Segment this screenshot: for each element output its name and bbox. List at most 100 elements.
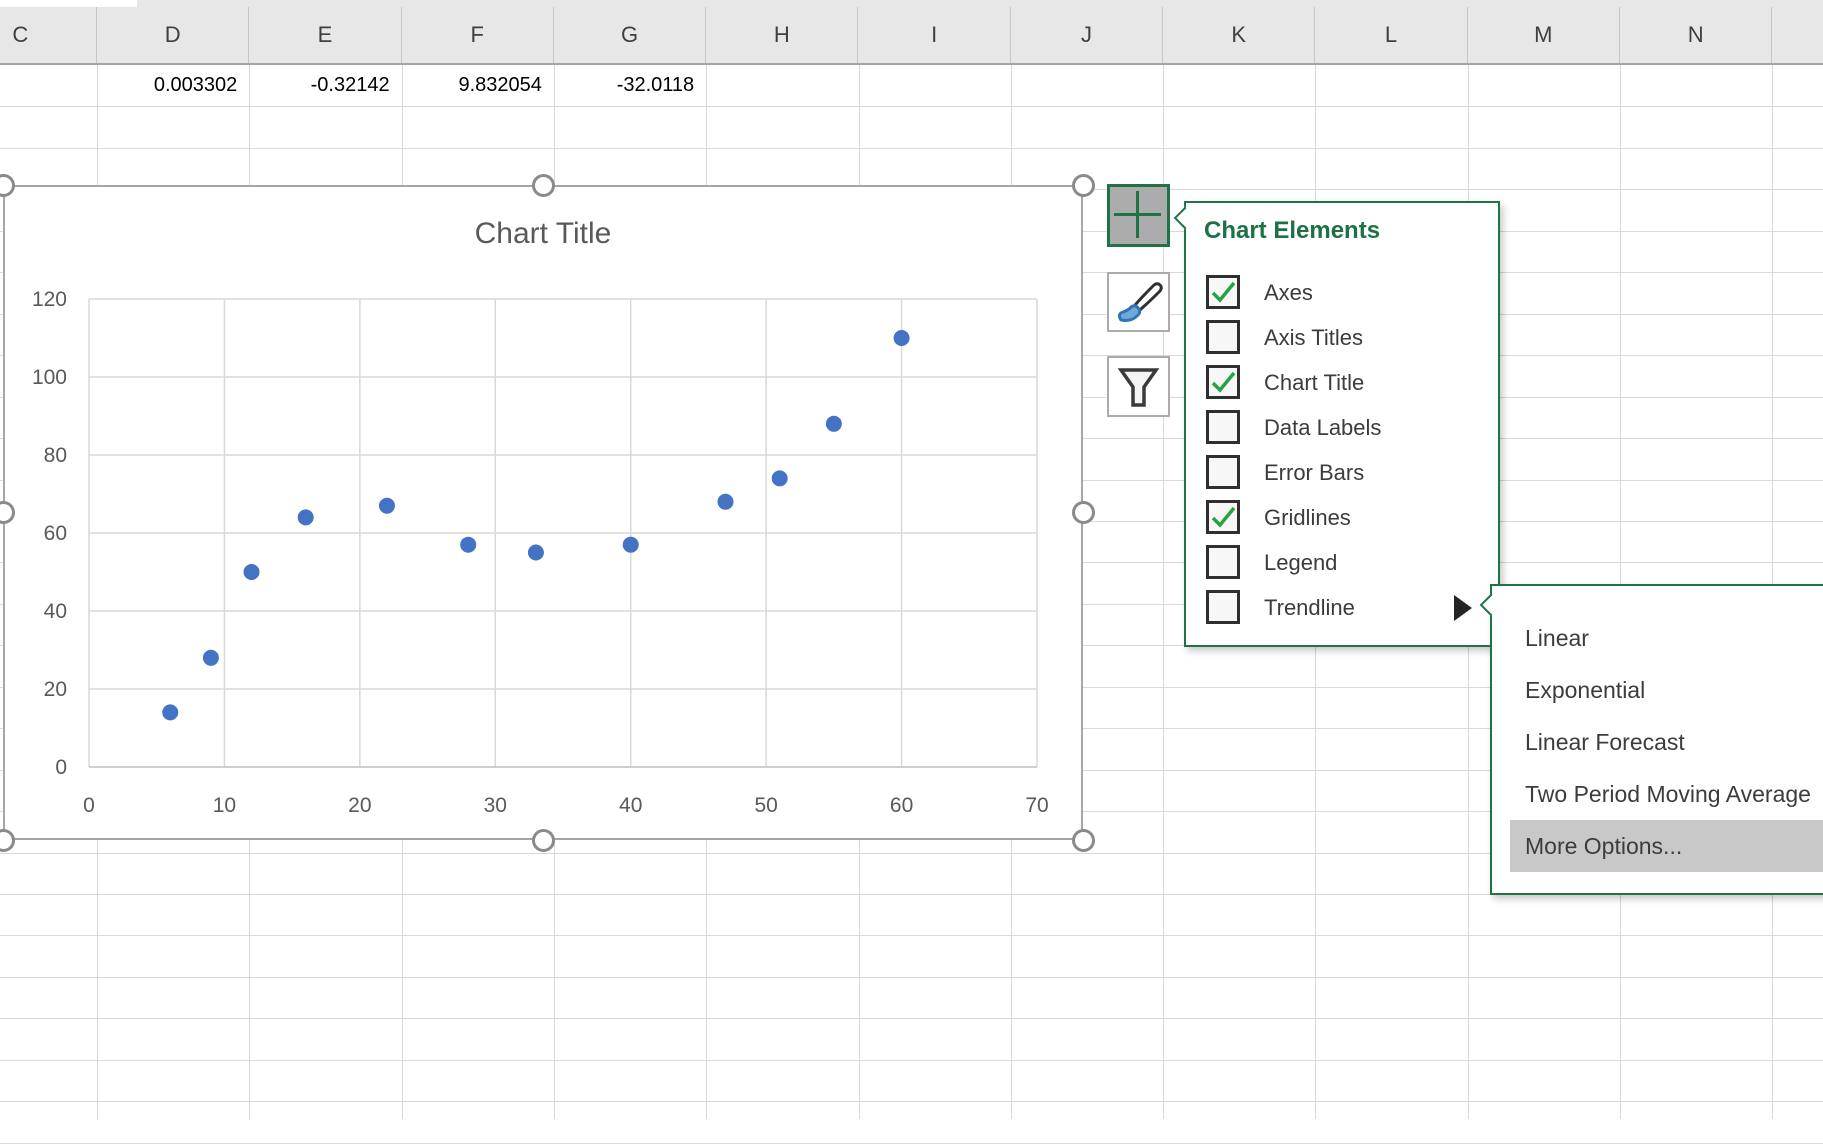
grid-row-line bbox=[0, 935, 1823, 936]
data-point[interactable] bbox=[772, 470, 788, 486]
chart-element-label: Legend bbox=[1264, 540, 1337, 585]
chart-element-label: Gridlines bbox=[1264, 495, 1351, 540]
cell-F1[interactable]: 9.832054 bbox=[407, 65, 542, 106]
checkbox-unchecked[interactable] bbox=[1206, 545, 1240, 579]
check-icon bbox=[1209, 503, 1237, 531]
column-header-C[interactable]: C bbox=[0, 7, 97, 63]
chart-filters-button[interactable] bbox=[1107, 356, 1170, 417]
data-point[interactable] bbox=[623, 537, 639, 553]
checkbox-unchecked[interactable] bbox=[1206, 590, 1240, 624]
column-header-F[interactable]: F bbox=[402, 7, 554, 63]
trendline-option-more-options[interactable]: More Options... bbox=[1510, 820, 1823, 872]
data-point[interactable] bbox=[203, 650, 219, 666]
chart-element-item-data-labels[interactable]: Data Labels bbox=[1186, 405, 1498, 450]
top-strip bbox=[0, 0, 1823, 7]
column-header-G[interactable]: G bbox=[554, 7, 706, 63]
chart-element-label: Axis Titles bbox=[1264, 315, 1363, 360]
svg-text:100: 100 bbox=[32, 366, 67, 389]
chart-element-label: Error Bars bbox=[1264, 450, 1364, 495]
column-header-L[interactable]: L bbox=[1315, 7, 1467, 63]
checkbox-checked[interactable] bbox=[1206, 365, 1240, 399]
column-header-partial[interactable] bbox=[1772, 7, 1823, 63]
column-header-M[interactable]: M bbox=[1468, 7, 1620, 63]
grid-row-line bbox=[0, 1018, 1823, 1019]
chart-element-item-axes[interactable]: Axes bbox=[1186, 270, 1498, 315]
trendline-submenu: LinearExponentialLinear ForecastTwo Peri… bbox=[1490, 584, 1823, 895]
svg-text:60: 60 bbox=[44, 522, 67, 545]
checkbox-unchecked[interactable] bbox=[1206, 410, 1240, 444]
check-icon bbox=[1209, 368, 1237, 396]
svg-text:60: 60 bbox=[890, 794, 913, 817]
svg-text:20: 20 bbox=[348, 794, 371, 817]
check-icon bbox=[1209, 278, 1237, 306]
grid-row-line bbox=[0, 148, 1823, 149]
chart-element-label: Trendline bbox=[1264, 585, 1355, 630]
column-header-J[interactable]: J bbox=[1011, 7, 1163, 63]
data-point[interactable] bbox=[162, 704, 178, 720]
chart-element-item-error-bars[interactable]: Error Bars bbox=[1186, 450, 1498, 495]
chart-element-label: Chart Title bbox=[1264, 360, 1364, 405]
chart-element-label: Data Labels bbox=[1264, 405, 1381, 450]
column-header-K[interactable]: K bbox=[1163, 7, 1315, 63]
checkbox-unchecked[interactable] bbox=[1206, 320, 1240, 354]
chart-element-item-chart-title[interactable]: Chart Title bbox=[1186, 360, 1498, 405]
column-header-I[interactable]: I bbox=[859, 7, 1011, 63]
column-header-H[interactable]: H bbox=[706, 7, 858, 63]
data-point[interactable] bbox=[826, 416, 842, 432]
column-header-N[interactable]: N bbox=[1620, 7, 1772, 63]
resize-handle[interactable] bbox=[1072, 829, 1095, 852]
checkbox-checked[interactable] bbox=[1206, 500, 1240, 534]
trendline-option-exponential[interactable]: Exponential bbox=[1492, 664, 1823, 716]
chart[interactable]: Chart Title 0204060801001200102030405060… bbox=[3, 185, 1083, 840]
trendline-option-linear-forecast[interactable]: Linear Forecast bbox=[1492, 716, 1823, 768]
resize-handle[interactable] bbox=[532, 829, 555, 852]
column-header-D[interactable]: D bbox=[97, 7, 249, 63]
submenu-arrow-icon[interactable] bbox=[1454, 595, 1472, 621]
data-point[interactable] bbox=[718, 494, 734, 510]
grid-row-line bbox=[0, 977, 1823, 978]
paintbrush-icon bbox=[1109, 274, 1168, 330]
column-header-E[interactable]: E bbox=[249, 7, 401, 63]
scatter-plot: 020406080100120010203040506070 bbox=[5, 187, 1081, 838]
svg-text:30: 30 bbox=[484, 794, 507, 817]
data-point[interactable] bbox=[528, 545, 544, 561]
resize-handle[interactable] bbox=[532, 174, 555, 197]
cell-G1[interactable]: -32.0118 bbox=[559, 65, 694, 106]
cell-D1[interactable]: 0.003302 bbox=[102, 65, 237, 106]
chart-element-label: Axes bbox=[1264, 270, 1313, 315]
svg-text:80: 80 bbox=[44, 444, 67, 467]
resize-handle[interactable] bbox=[1072, 501, 1095, 524]
funnel-icon bbox=[1109, 358, 1168, 415]
svg-text:120: 120 bbox=[32, 288, 67, 311]
grid-row-line bbox=[0, 106, 1823, 107]
data-point[interactable] bbox=[244, 564, 260, 580]
data-point[interactable] bbox=[894, 330, 910, 346]
top-strip-gap bbox=[0, 0, 137, 7]
chart-element-item-trendline[interactable]: Trendline bbox=[1186, 585, 1498, 630]
chart-styles-button[interactable] bbox=[1107, 272, 1170, 332]
data-point[interactable] bbox=[379, 498, 395, 514]
column-header-row: CDEFGHIJKLMN bbox=[0, 7, 1823, 65]
checkbox-unchecked[interactable] bbox=[1206, 455, 1240, 489]
svg-text:40: 40 bbox=[619, 794, 642, 817]
svg-text:20: 20 bbox=[44, 678, 67, 701]
chart-elements-button[interactable] bbox=[1107, 184, 1170, 247]
chart-element-item-gridlines[interactable]: Gridlines bbox=[1186, 495, 1498, 540]
chart-elements-panel: Chart Elements AxesAxis TitlesChart Titl… bbox=[1184, 201, 1500, 647]
svg-text:70: 70 bbox=[1025, 794, 1048, 817]
data-point[interactable] bbox=[460, 537, 476, 553]
svg-text:50: 50 bbox=[754, 794, 777, 817]
trendline-option-linear[interactable]: Linear bbox=[1492, 612, 1823, 664]
trendline-option-two-period-moving-average[interactable]: Two Period Moving Average bbox=[1492, 768, 1823, 820]
cell-E1[interactable]: -0.32142 bbox=[254, 65, 389, 106]
svg-text:40: 40 bbox=[44, 600, 67, 623]
chart-element-item-legend[interactable]: Legend bbox=[1186, 540, 1498, 585]
svg-text:0: 0 bbox=[55, 756, 67, 779]
svg-text:0: 0 bbox=[83, 794, 95, 817]
grid-row-line bbox=[0, 1101, 1823, 1102]
chart-elements-heading: Chart Elements bbox=[1204, 217, 1380, 245]
chart-element-item-axis-titles[interactable]: Axis Titles bbox=[1186, 315, 1498, 360]
data-point[interactable] bbox=[298, 509, 314, 525]
resize-handle[interactable] bbox=[1072, 174, 1095, 197]
checkbox-checked[interactable] bbox=[1206, 275, 1240, 309]
